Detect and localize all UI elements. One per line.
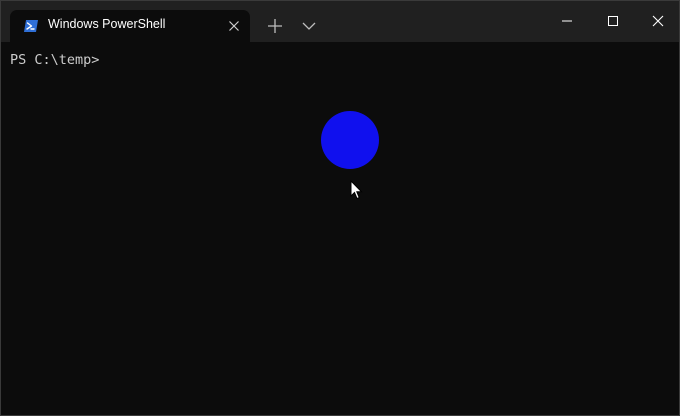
maximize-icon xyxy=(608,16,618,26)
powershell-icon xyxy=(24,20,38,32)
title-bar[interactable]: Windows PowerShell xyxy=(1,1,679,42)
terminal-window: Windows PowerShell PS C:\temp> xyxy=(0,0,680,416)
click-indicator xyxy=(321,111,379,169)
tab-close-icon[interactable] xyxy=(226,18,242,34)
close-icon xyxy=(652,15,664,27)
tab-windows-powershell[interactable]: Windows PowerShell xyxy=(10,10,250,42)
minimize-button[interactable] xyxy=(544,1,590,42)
terminal-output[interactable]: PS C:\temp> xyxy=(1,42,679,415)
close-button[interactable] xyxy=(635,1,679,42)
maximize-button[interactable] xyxy=(590,1,636,42)
new-tab-plus-icon[interactable] xyxy=(263,16,287,36)
chevron-down-icon[interactable] xyxy=(299,16,319,36)
tab-title: Windows PowerShell xyxy=(48,17,166,31)
mouse-pointer-icon xyxy=(350,180,363,200)
terminal-prompt: PS C:\temp> xyxy=(10,52,100,68)
minimize-icon xyxy=(562,20,572,22)
